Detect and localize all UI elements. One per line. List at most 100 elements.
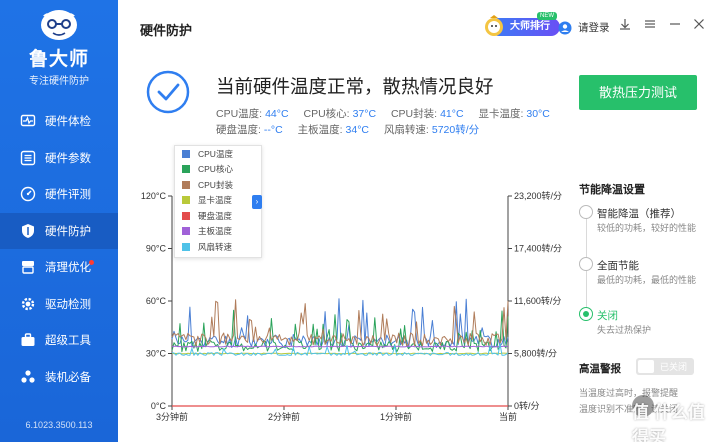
cpu-package-value: 41°C: [440, 108, 464, 120]
sidebar-item-label: 超级工具: [45, 335, 91, 348]
sidebar-item-super-tools[interactable]: 超级工具: [0, 322, 118, 359]
temperature-row-2: 硬盘温度: --°C 主板温度: 34°C 风扇转速: 5720转/分: [216, 122, 491, 137]
sidebar-item-label: 硬件防护: [45, 225, 91, 238]
sidebar-item-hardware-benchmark[interactable]: 硬件评测: [0, 176, 118, 213]
sidebar-item-cleanup[interactable]: 清理优化: [0, 249, 118, 286]
x-tick-label: 当前: [499, 411, 517, 422]
energy-settings-title: 节能降温设置: [579, 184, 645, 196]
legend-item[interactable]: 主板温度: [175, 224, 261, 240]
gpu-temp-value: 30°C: [526, 108, 550, 120]
legend-label: CPU封装: [198, 179, 233, 190]
y-tick-label-right: 23,200转/分: [514, 190, 562, 201]
legend-label: CPU核心: [198, 164, 233, 175]
y-tick-label-left: 120°C: [141, 191, 167, 201]
sidebar-item-label: 装机必备: [45, 371, 91, 384]
legend-swatch: [182, 211, 190, 220]
option-desc-off: 失去过热保护: [597, 325, 652, 335]
download-icon[interactable]: [618, 17, 632, 31]
radio-full-saving[interactable]: [579, 257, 593, 271]
toolbox-icon: [20, 332, 36, 348]
legend-item[interactable]: CPU封装: [175, 177, 261, 193]
legend-label: 硬盘温度: [198, 210, 233, 221]
board-temp-value: 34°C: [345, 124, 370, 136]
disk-temp-value: --°C: [263, 124, 283, 136]
reading-label: 主板温度:: [297, 124, 343, 136]
reading-label: 风扇转速:: [383, 124, 429, 136]
y-tick-label-left: 90°C: [146, 244, 167, 254]
cpu-temp-value: 44°C: [265, 108, 289, 120]
high-temp-alert-title: 高温警报: [579, 363, 621, 375]
speedometer-icon: [20, 186, 36, 202]
legend-item[interactable]: CPU温度: [175, 146, 261, 162]
x-tick-label: 1分钟前: [380, 411, 412, 422]
option-label-off[interactable]: 关闭: [597, 308, 618, 323]
sidebar-item-essentials[interactable]: 装机必备: [0, 359, 118, 396]
shield-icon: [20, 223, 36, 239]
legend-swatch: [182, 165, 190, 174]
y-tick-label-left: 30°C: [146, 349, 167, 359]
legend-label: 风扇转速: [198, 241, 233, 252]
version-label: 6.1023.3500.113: [25, 420, 93, 430]
x-tick-label: 2分钟前: [268, 411, 300, 422]
minimize-icon[interactable]: [668, 17, 682, 31]
header: 硬件防护 大师排行 NEW 请登录: [118, 0, 720, 54]
legend-label: CPU温度: [198, 148, 233, 159]
option-label-smart-cooling[interactable]: 智能降温（推荐）: [597, 206, 681, 221]
y-tick-label-left: 0°C: [151, 401, 167, 411]
logo-icon: [41, 10, 77, 40]
status-check-icon: [146, 70, 190, 114]
high-temp-alert-toggle[interactable]: 已关闭: [636, 358, 694, 375]
sidebar-nav: 硬件体检 硬件参数 硬件评测 硬件防护 清理优化 驱动检测 超级工具 装机必备: [0, 103, 118, 395]
reading-label: CPU核心:: [303, 108, 350, 120]
sidebar-item-label: 硬件评测: [45, 189, 91, 202]
status-headline: 当前硬件温度正常，散热情况良好: [216, 76, 494, 97]
sidebar-item-hardware-params[interactable]: 硬件参数: [0, 140, 118, 177]
y-tick-label-right: 17,400转/分: [514, 243, 562, 254]
sidebar-item-hardware-protection[interactable]: 硬件防护: [0, 212, 118, 249]
master-avatar-icon: [485, 15, 503, 36]
legend-label: 显卡温度: [198, 195, 233, 206]
fan-speed-value: 5720转/分: [431, 124, 480, 136]
option-desc-smart-cooling: 较低的功耗，较好的性能: [597, 223, 697, 233]
close-icon[interactable]: [692, 17, 706, 31]
sidebar-item-driver-check[interactable]: 驱动检测: [0, 286, 118, 323]
reading-label: 显卡温度:: [478, 108, 524, 120]
sidebar-item-label: 硬件参数: [45, 152, 91, 165]
login-label: 请登录: [578, 22, 610, 34]
chart-legend[interactable]: CPU温度 CPU核心 CPU封装显卡温度硬盘温度主板温度 风扇转速: [174, 145, 262, 258]
sidebar-item-label: 驱动检测: [45, 298, 91, 311]
login-link[interactable]: 请登录: [558, 20, 610, 35]
new-badge: NEW: [537, 12, 557, 20]
broom-icon: [20, 259, 36, 275]
legend-item[interactable]: 显卡温度: [175, 193, 261, 209]
sidebar-item-hardware-check[interactable]: 硬件体检: [0, 103, 118, 140]
temperature-row-1: CPU温度: 44°C CPU核心: 37°C CPU封装: 41°C 显卡温度: 30…: [216, 106, 562, 121]
watermark-text: 值 什么值得买: [632, 403, 705, 442]
rank-button[interactable]: 大师排行 NEW: [482, 12, 564, 36]
x-tick-label: 3分钟前: [156, 411, 188, 422]
notification-dot: [89, 260, 94, 265]
y-tick-label-right: 11,600转/分: [514, 295, 561, 306]
cpu-core-value: 37°C: [352, 108, 377, 120]
toggle-knob: [638, 360, 654, 373]
legend-item[interactable]: 风扇转速: [175, 239, 261, 255]
legend-swatch: [182, 227, 190, 236]
legend-item[interactable]: CPU核心: [175, 162, 261, 178]
pulse-monitor-icon: [20, 113, 36, 129]
option-label-full-saving[interactable]: 全面节能: [597, 258, 639, 273]
legend-collapse-button[interactable]: ›: [252, 195, 262, 209]
reading-label: CPU封装:: [390, 108, 438, 120]
reading-label: CPU温度:: [216, 108, 263, 120]
y-tick-label-left: 60°C: [146, 296, 167, 306]
menu-icon[interactable]: [643, 17, 657, 31]
sidebar-item-label: 硬件体检: [45, 116, 91, 129]
legend-item[interactable]: 硬盘温度: [175, 208, 261, 224]
y-tick-label-right: 5,800转/分: [514, 348, 557, 359]
stress-test-button[interactable]: 散热压力测试: [579, 75, 697, 110]
radio-off[interactable]: [579, 307, 593, 321]
reading-label: 硬盘温度:: [216, 124, 261, 136]
option-desc-full-saving: 最低的功耗，最低的性能: [597, 275, 697, 285]
sidebar: 鲁大师 专注硬件防护 硬件体检 硬件参数 硬件评测 硬件防护 清理优化 驱动检测…: [0, 0, 118, 442]
legend-swatch: [182, 196, 190, 205]
radio-smart-cooling[interactable]: [579, 205, 593, 219]
